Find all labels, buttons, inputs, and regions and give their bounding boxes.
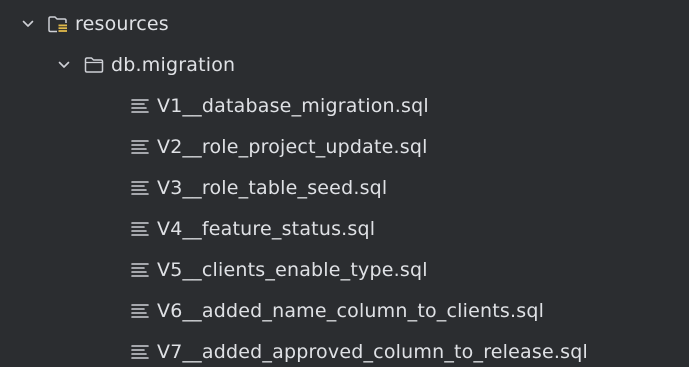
file-name: V3__role_table_seed.sql <box>157 176 388 199</box>
file-name: V1__database_migration.sql <box>157 94 429 117</box>
tree-node-db-migration[interactable]: db.migration <box>0 44 689 85</box>
folder-icon <box>83 55 105 75</box>
sql-file-icon <box>129 137 151 157</box>
file-name: V6__added_name_column_to_clients.sql <box>157 299 545 322</box>
tree-node-label: resources <box>75 12 169 35</box>
tree-node-file[interactable]: V7__added_approved_column_to_release.sql <box>0 331 689 367</box>
sql-file-icon <box>129 342 151 362</box>
tree-node-file[interactable]: V3__role_table_seed.sql <box>0 167 689 208</box>
resources-folder-icon <box>47 14 69 34</box>
tree-node-file[interactable]: V2__role_project_update.sql <box>0 126 689 167</box>
file-name: V7__added_approved_column_to_release.sql <box>157 340 588 363</box>
tree-node-resources[interactable]: resources <box>0 3 689 44</box>
project-tree: resources db.migration V1__database_migr… <box>0 0 689 367</box>
chevron-down-icon[interactable] <box>19 15 37 33</box>
file-name: V5__clients_enable_type.sql <box>157 258 428 281</box>
chevron-down-icon[interactable] <box>55 56 73 74</box>
tree-node-file[interactable]: V6__added_name_column_to_clients.sql <box>0 290 689 331</box>
sql-file-icon <box>129 96 151 116</box>
tree-node-file[interactable]: V1__database_migration.sql <box>0 85 689 126</box>
sql-file-icon <box>129 260 151 280</box>
tree-node-file[interactable]: V4__feature_status.sql <box>0 208 689 249</box>
sql-file-icon <box>129 301 151 321</box>
tree-node-label: db.migration <box>111 53 236 76</box>
file-name: V2__role_project_update.sql <box>157 135 428 158</box>
sql-file-icon <box>129 219 151 239</box>
file-name: V4__feature_status.sql <box>157 217 376 240</box>
sql-file-icon <box>129 178 151 198</box>
tree-node-file[interactable]: V5__clients_enable_type.sql <box>0 249 689 290</box>
